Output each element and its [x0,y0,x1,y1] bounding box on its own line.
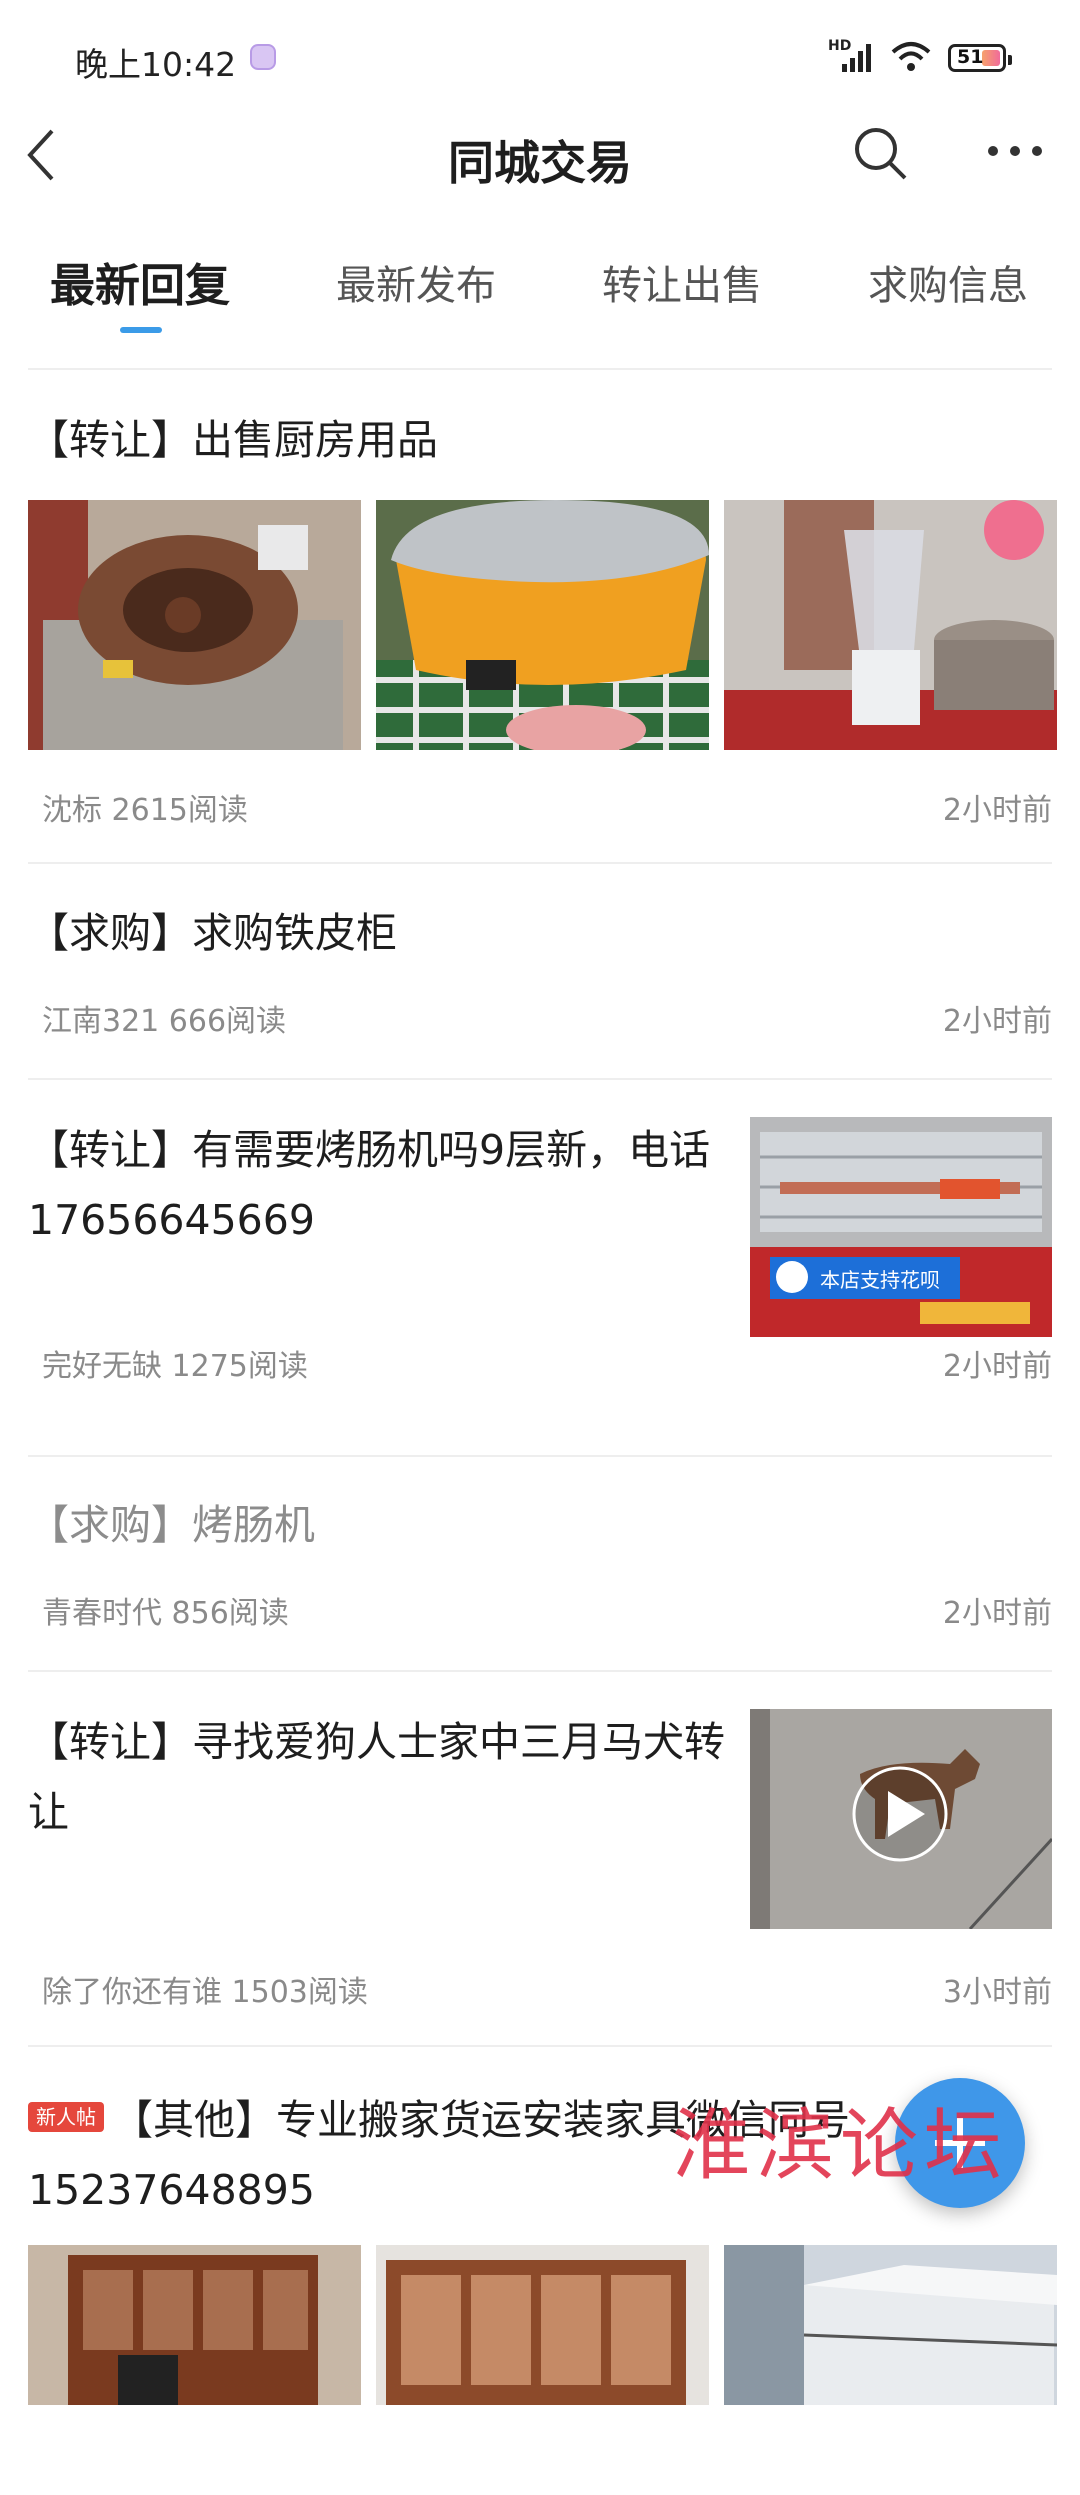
post-meta: 完好无缺 1275阅读 [42,1349,308,1384]
post-video-dog[interactable] [750,1709,1052,1929]
tab-latest-reply[interactable]: 最新回复 [50,249,230,314]
post-meta: 沈标 2615阅读 [42,793,248,828]
status-bar: 晚上10:42 HD 51 [0,0,1080,120]
tab-wanted[interactable]: 求购信息 [868,253,1028,311]
status-time: 晚上10:42 [75,45,237,84]
post-image-blender[interactable] [724,500,1057,750]
battery-level: 51 [957,46,984,68]
post-image-sausage-grill[interactable]: 本店支持花呗 [750,1117,1052,1337]
post-image-rice-cooker[interactable] [376,500,709,750]
active-tab-indicator [120,327,162,333]
post-image-office-cabinet[interactable] [28,2245,361,2495]
divider [28,1670,1052,1672]
page-title: 同城交易 [448,136,632,190]
signal-icon [842,44,871,72]
post-meta: 青春时代 856阅读 [42,1596,289,1631]
post-time: 2小时前 [942,1349,1052,1384]
grill-sign-text: 本店支持花呗 [820,1268,940,1292]
post-time: 2小时前 [942,1004,1052,1039]
post-image-bookcase[interactable] [376,2245,709,2495]
tab-transfer-sale[interactable]: 转让出售 [602,253,762,311]
divider [28,862,1052,864]
divider [28,1455,1052,1457]
nav-bar: 同城交易 [0,115,1080,195]
watermark-logo: 淮滨论坛 [672,2101,1009,2191]
search-icon[interactable] [850,123,910,183]
post-meta: 除了你还有谁 1503阅读 [42,1975,368,2010]
divider [28,2045,1052,2047]
post-title: 【求购】求购铁皮柜 [28,909,397,957]
post-image-stove[interactable] [28,500,361,750]
wifi-icon [891,42,931,71]
post-time: 2小时前 [942,1596,1052,1631]
divider [28,368,1052,370]
more-icon[interactable] [985,141,1045,161]
battery-icon: 51 [948,44,1012,72]
tab-bar: 最新回复 最新发布 转让出售 求购信息 [0,235,1080,345]
notification-app-icon [250,44,276,70]
post-title: 【转让】出售厨房用品 [28,416,438,464]
post-title: 【求购】烤肠机 [28,1501,315,1549]
tab-latest-post[interactable]: 最新发布 [336,253,496,311]
post-time: 3小时前 [942,1975,1052,2010]
post-meta: 江南321 666阅读 [42,1004,287,1039]
post-title: 【转让】有需要烤肠机吗9层新，电话17656645669 [28,1126,711,1244]
post-image-moving-truck[interactable] [724,2245,1057,2495]
post-title: 【转让】寻找爱狗人士家中三月马犬转让 [28,1718,725,1836]
post-time: 2小时前 [942,793,1052,828]
divider [28,1078,1052,1080]
new-post-badge: 新人帖 [28,2102,104,2132]
